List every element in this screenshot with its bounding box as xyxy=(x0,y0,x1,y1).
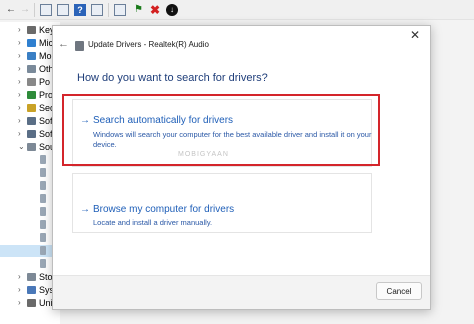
tree-child-item[interactable] xyxy=(0,154,60,166)
software-device-icon xyxy=(27,130,36,138)
usb-icon xyxy=(27,299,36,307)
option-title: Search automatically for drivers xyxy=(93,115,234,126)
tree-item[interactable]: › Po xyxy=(0,76,60,88)
monitor-icon[interactable] xyxy=(114,4,126,16)
option-description: Windows will search your computer for th… xyxy=(93,130,372,149)
view-icon[interactable] xyxy=(57,4,69,16)
option-description: Locate and install a driver manually. xyxy=(93,218,213,227)
help-icon[interactable]: ? xyxy=(74,4,86,16)
tree-item[interactable]: ⌄ Sou xyxy=(0,141,60,153)
chevron-right-icon[interactable]: › xyxy=(18,271,21,283)
tree-child-item[interactable] xyxy=(0,167,60,179)
speaker-icon xyxy=(40,220,46,229)
tree-item-label: Sof xyxy=(39,116,53,126)
monitor-icon xyxy=(27,52,36,60)
security-icon xyxy=(27,104,36,112)
tree-item[interactable]: › Key xyxy=(0,24,60,36)
tree-item-label: Po xyxy=(39,77,51,87)
arrow-right-icon: → xyxy=(80,204,90,215)
speaker-icon xyxy=(40,246,46,255)
software-component-icon xyxy=(27,117,36,125)
chevron-right-icon[interactable]: › xyxy=(18,63,21,75)
chevron-right-icon[interactable]: › xyxy=(18,297,21,309)
tree-item-label: Uni xyxy=(39,298,53,308)
details-icon[interactable] xyxy=(91,4,103,16)
chevron-right-icon[interactable]: › xyxy=(18,284,21,296)
browse-computer-option[interactable]: → Browse my computer for drivers Locate … xyxy=(72,173,372,233)
toolbar-separator xyxy=(108,3,109,17)
chevron-right-icon[interactable]: › xyxy=(18,89,21,101)
update-driver-icon[interactable]: ⚑ xyxy=(134,4,146,16)
storage-icon xyxy=(27,273,36,281)
ports-icon xyxy=(27,78,36,86)
speaker-icon xyxy=(40,194,46,203)
tree-item[interactable]: › Sys xyxy=(0,284,60,296)
chevron-right-icon[interactable]: › xyxy=(18,37,21,49)
option-title: Browse my computer for drivers xyxy=(93,204,235,215)
speaker-icon xyxy=(40,168,46,177)
tree-item-label: Mic xyxy=(39,38,53,48)
mice-icon xyxy=(27,39,36,47)
tree-child-item[interactable] xyxy=(0,180,60,192)
tree-item-label: Pro xyxy=(39,90,54,100)
back-icon[interactable]: ← xyxy=(4,3,18,17)
chevron-down-icon[interactable]: ⌄ xyxy=(18,141,25,153)
dialog-title: Update Drivers - Realtek(R) Audio xyxy=(88,40,209,49)
speaker-icon xyxy=(40,207,46,216)
chevron-right-icon[interactable]: › xyxy=(18,128,21,140)
chevron-right-icon[interactable]: › xyxy=(18,115,21,127)
dialog-heading: How do you want to search for drivers? xyxy=(77,72,268,84)
tree-child-item-selected[interactable] xyxy=(0,245,60,257)
tree-item[interactable]: › Mo xyxy=(0,50,60,62)
toolbar: ← → ? ⚑ ✖ ↓ xyxy=(0,0,474,20)
tree-item[interactable]: › Sof xyxy=(0,128,60,140)
tree-item-label: Sof xyxy=(39,129,53,139)
device-tree: › Key › Mic › Mo › Oth › Po › Pro › Sec … xyxy=(0,22,60,324)
chevron-right-icon[interactable]: › xyxy=(18,24,21,36)
tree-item[interactable]: › Sec xyxy=(0,102,60,114)
tree-item-label: Mo xyxy=(39,51,52,61)
close-icon[interactable]: ✕ xyxy=(408,28,422,42)
system-devices-icon xyxy=(27,286,36,294)
tree-item-label: Sto xyxy=(39,272,53,282)
tree-item[interactable]: › Mic xyxy=(0,37,60,49)
other-devices-icon xyxy=(27,65,36,73)
update-drivers-dialog: ✕ ← Update Drivers - Realtek(R) Audio Ho… xyxy=(52,25,431,310)
forward-icon[interactable]: → xyxy=(18,3,32,17)
watermark: MOBIGYAAN xyxy=(178,151,229,158)
processor-icon xyxy=(27,91,36,99)
tree-child-item[interactable] xyxy=(0,206,60,218)
arrow-right-icon: → xyxy=(80,115,90,126)
speaker-icon xyxy=(40,155,46,164)
properties-icon[interactable] xyxy=(40,4,52,16)
tree-child-item[interactable] xyxy=(0,258,60,270)
tree-item[interactable]: › Sto xyxy=(0,271,60,283)
speaker-icon xyxy=(40,181,46,190)
chevron-right-icon[interactable]: › xyxy=(18,76,21,88)
back-arrow-icon[interactable]: ← xyxy=(58,38,69,50)
uninstall-icon[interactable]: ✖ xyxy=(150,4,162,16)
disable-device-icon[interactable]: ↓ xyxy=(166,4,178,16)
speaker-icon xyxy=(75,41,84,51)
keyboard-icon xyxy=(27,26,36,34)
toolbar-separator xyxy=(34,3,35,17)
tree-item[interactable]: › Uni xyxy=(0,297,60,309)
dialog-footer: Cancel xyxy=(53,275,430,309)
speaker-icon xyxy=(27,143,36,151)
chevron-right-icon[interactable]: › xyxy=(18,102,21,114)
speaker-icon xyxy=(40,259,46,268)
tree-child-item[interactable] xyxy=(0,232,60,244)
tree-child-item[interactable] xyxy=(0,193,60,205)
chevron-right-icon[interactable]: › xyxy=(18,50,21,62)
tree-child-item[interactable] xyxy=(0,219,60,231)
cancel-button[interactable]: Cancel xyxy=(376,282,422,300)
speaker-icon xyxy=(40,233,46,242)
tree-item[interactable]: › Pro xyxy=(0,89,60,101)
tree-item[interactable]: › Oth xyxy=(0,63,60,75)
tree-item[interactable]: › Sof xyxy=(0,115,60,127)
